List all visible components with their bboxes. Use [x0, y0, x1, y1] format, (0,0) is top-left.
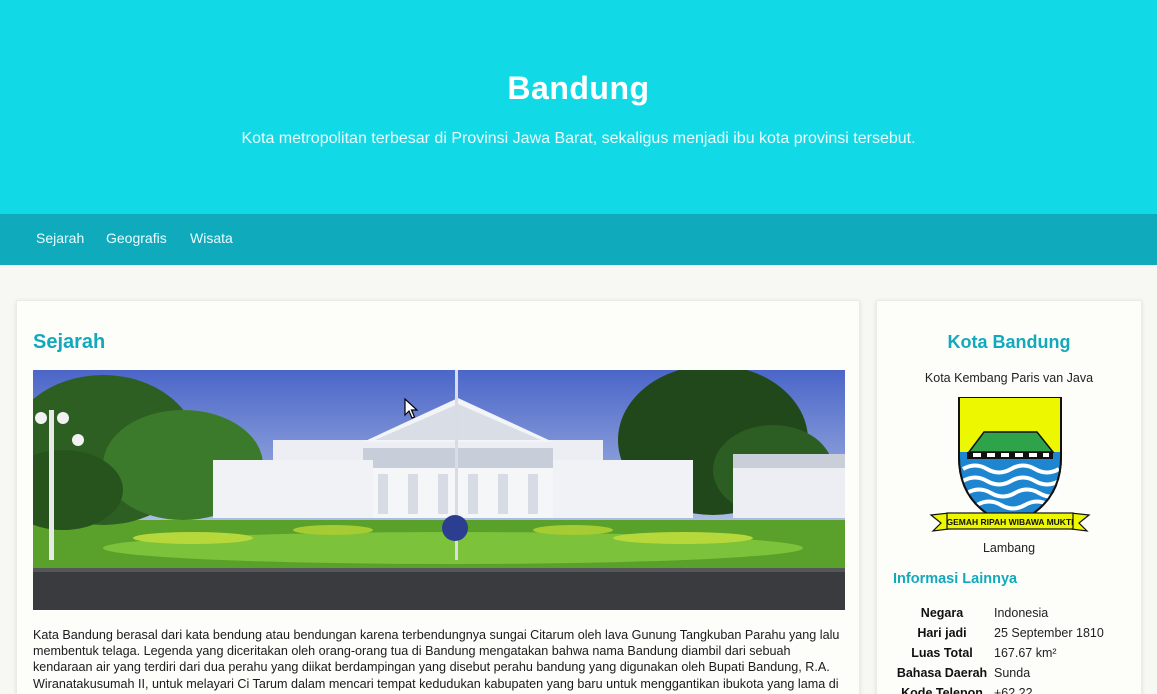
page-title: Bandung: [507, 70, 650, 106]
info-key: Luas Total: [911, 646, 973, 660]
info-row: Luas Total 167.67 km²: [893, 646, 1133, 666]
info-row: Negara Indonesia: [893, 606, 1133, 626]
info-value: Sunda: [994, 666, 1031, 680]
bandung-emblem: GEMAH RIPAH WIBAWA MUKTI: [929, 396, 1091, 537]
nav-link-geografis[interactable]: Geografis: [106, 230, 167, 246]
city-info-card: Kota Bandung Kota Kembang Paris van Java: [876, 300, 1142, 694]
nav-link-sejarah[interactable]: Sejarah: [36, 230, 84, 246]
info-key: Kode Telepon: [901, 686, 983, 694]
info-row: Kode Telepon +62 22: [893, 686, 1133, 694]
info-value: 167.67 km²: [994, 646, 1057, 660]
gedung-photo: [33, 370, 845, 610]
info-row: Bahasa Daerah Sunda: [893, 666, 1133, 686]
main-article-card: Sejarah Kata Bandung berasal dari kata b…: [16, 300, 860, 694]
info-heading: Informasi Lainnya: [893, 571, 1018, 587]
article-paragraph: Kata Bandung berasal dari kata bendung a…: [33, 628, 840, 694]
info-key: Bahasa Daerah: [896, 666, 988, 680]
emblem-caption: Lambang: [982, 541, 1036, 555]
info-value: +62 22: [994, 686, 1033, 694]
info-key: Hari jadi: [917, 626, 967, 640]
mouse-pointer-icon: [404, 398, 418, 419]
info-value: Indonesia: [994, 606, 1049, 620]
city-tagline: Kota Kembang Paris van Java: [924, 371, 1094, 385]
section-title-sejarah: Sejarah: [33, 331, 106, 353]
info-key: Negara: [920, 606, 964, 620]
page-subtitle: Kota metropolitan terbesar di Provinsi J…: [241, 130, 916, 147]
info-row: Hari jadi 25 September 1810: [893, 626, 1133, 646]
info-table: Negara Indonesia Hari jadi 25 September …: [893, 606, 1133, 694]
main-navbar: Sejarah Geografis Wisata: [0, 214, 1157, 265]
emblem-motto: GEMAH RIPAH WIBAWA MUKTI: [946, 517, 1073, 527]
nav-link-wisata[interactable]: Wisata: [190, 230, 233, 246]
info-value: 25 September 1810: [994, 626, 1104, 640]
city-card-title: Kota Bandung: [947, 332, 1071, 352]
hero-header: Bandung Kota metropolitan terbesar di Pr…: [0, 0, 1157, 214]
